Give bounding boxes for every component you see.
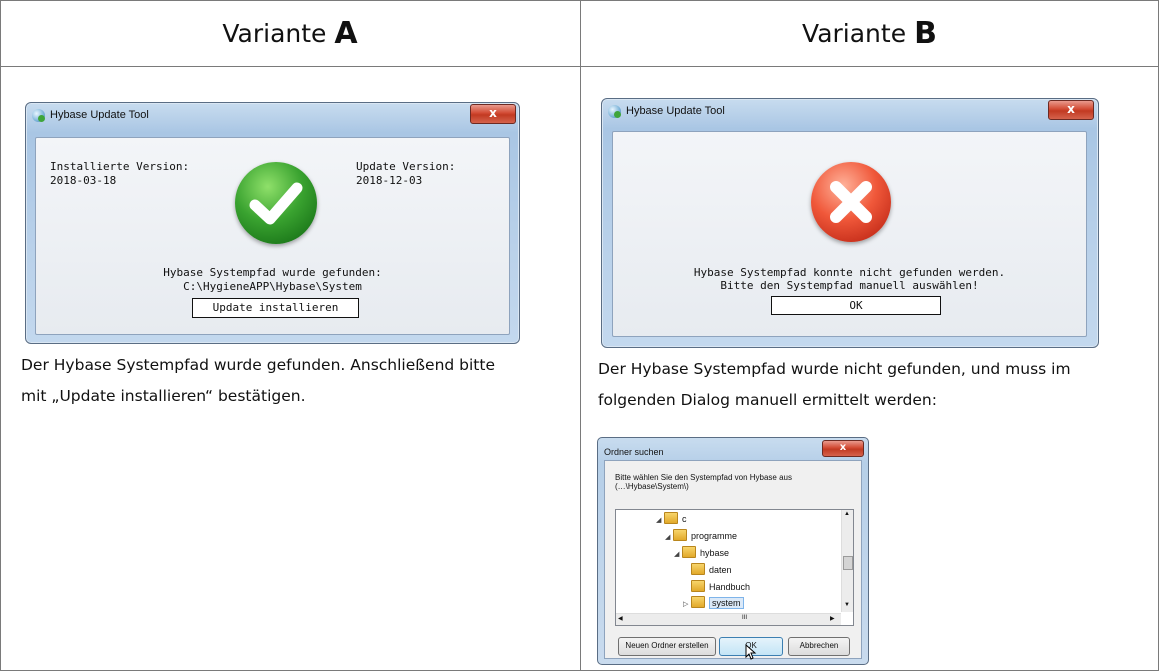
caption-a-line2: mit „Update installieren“ bestätigen. [21,387,306,405]
tree-node-label: c [682,514,687,524]
header-a-word: Variante [222,18,327,48]
table-border-middle [580,0,581,671]
installed-version-label: Installierte Version: [50,160,190,173]
tree-node-label: hybase [700,548,730,558]
scroll-left-icon[interactable]: ◀ [618,615,623,622]
vertical-scrollbar[interactable]: ▲ ▼ [841,510,853,612]
folder-icon [664,512,678,524]
folder-icon [691,596,705,608]
tree-node-label: programme [691,531,738,541]
error-cross-icon [811,162,891,242]
update-version-label: Update Version: [356,160,456,173]
select-manually-message: Bitte den Systempfad manuell auswählen! [720,279,979,292]
caption-a: Der Hybase Systempfad wurde gefunden. An… [21,350,571,412]
dialog-a-window: Hybase Update Tool x Installierte Versio… [25,102,520,344]
header-a-letter: A [334,15,358,51]
not-found-message: Hybase Systempfad konnte nicht gefunden … [693,266,1006,279]
tree-node-system[interactable]: ▷ system [683,596,744,610]
update-install-button[interactable]: Update installieren [192,298,359,318]
folder-tree[interactable]: ◢ c ◢ programme ◢ hybase daten Handbuch ▷ sy… [615,509,854,626]
header-b-letter: B [914,15,937,51]
dialog-b-window: Hybase Update Tool x Hybase Systempfad k… [601,98,1099,348]
tree-node-label: Handbuch [709,582,751,592]
scroll-up-icon[interactable]: ▲ [844,511,850,517]
dialog-a-client: Installierte Version: 2018-03-18 Update … [35,137,510,335]
table-border-left [0,0,1,671]
tree-node-programme[interactable]: ◢ programme [665,529,737,543]
app-icon [608,105,621,118]
scroll-down-icon[interactable]: ▼ [844,602,850,608]
expanded-arrow-icon: ◢ [674,551,680,558]
folder-icon [682,546,696,558]
scroll-grip[interactable]: III [742,615,747,621]
expanded-arrow-icon: ◢ [665,534,671,541]
caption-a-line1: Der Hybase Systempfad wurde gefunden. An… [21,356,495,374]
system-path: C:\HygieneAPP\Hybase\System [183,280,362,293]
expanded-arrow-icon: ◢ [656,517,662,524]
horizontal-scrollbar[interactable]: ◀ III ▶ [616,613,841,625]
mouse-cursor-icon [745,644,757,660]
close-button[interactable]: x [470,104,516,124]
tree-node-label: system [709,597,744,609]
folder-icon [691,580,705,592]
caption-b: Der Hybase Systempfad wurde nicht gefund… [598,354,1153,416]
header-b-word: Variante [802,18,907,48]
folder-instruction-1: Bitte wählen Sie den Systempfad von Hyba… [615,473,792,482]
scroll-right-icon[interactable]: ▶ [830,615,835,622]
caption-b-line1: Der Hybase Systempfad wurde nicht gefund… [598,360,1071,378]
dialog-a-title: Hybase Update Tool [50,109,149,121]
collapsed-arrow-icon: ▷ [683,601,689,608]
tree-node-c[interactable]: ◢ c [656,512,687,526]
folder-cancel-button[interactable]: Abbrechen [788,637,850,656]
folder-icon [691,563,705,575]
app-icon [32,109,45,122]
folder-dialog-window: Ordner suchen x Bitte wählen Sie den Sys… [597,437,869,665]
close-button[interactable]: x [1048,100,1094,120]
folder-icon [673,529,687,541]
header-variant-a: Variante A [0,0,580,66]
found-message: Hybase Systempfad wurde gefunden: [163,266,382,279]
installed-version-value: 2018-03-18 [50,174,117,187]
close-button[interactable]: x [822,440,864,457]
folder-instruction-2: (…\Hybase\System\) [615,482,689,491]
header-variant-b: Variante B [581,0,1158,66]
tree-node-label: daten [709,565,732,575]
update-version-value: 2018-12-03 [356,174,423,187]
scrollbar-thumb[interactable] [843,556,853,570]
dialog-b-client: Hybase Systempfad konnte nicht gefunden … [612,131,1087,337]
dialog-b-title: Hybase Update Tool [626,105,725,117]
tree-node-daten[interactable]: daten [691,563,732,577]
tree-node-hybase[interactable]: ◢ hybase [674,546,729,560]
success-check-icon [235,162,317,244]
ok-button[interactable]: OK [771,296,941,315]
table-header-divider [0,66,1159,67]
tree-node-handbuch[interactable]: Handbuch [691,580,750,594]
folder-dialog-client: Bitte wählen Sie den Systempfad von Hyba… [604,460,862,660]
folder-dialog-title: Ordner suchen [604,447,664,457]
new-folder-button[interactable]: Neuen Ordner erstellen [618,637,716,656]
caption-b-line2: folgenden Dialog manuell ermittelt werde… [598,391,937,409]
